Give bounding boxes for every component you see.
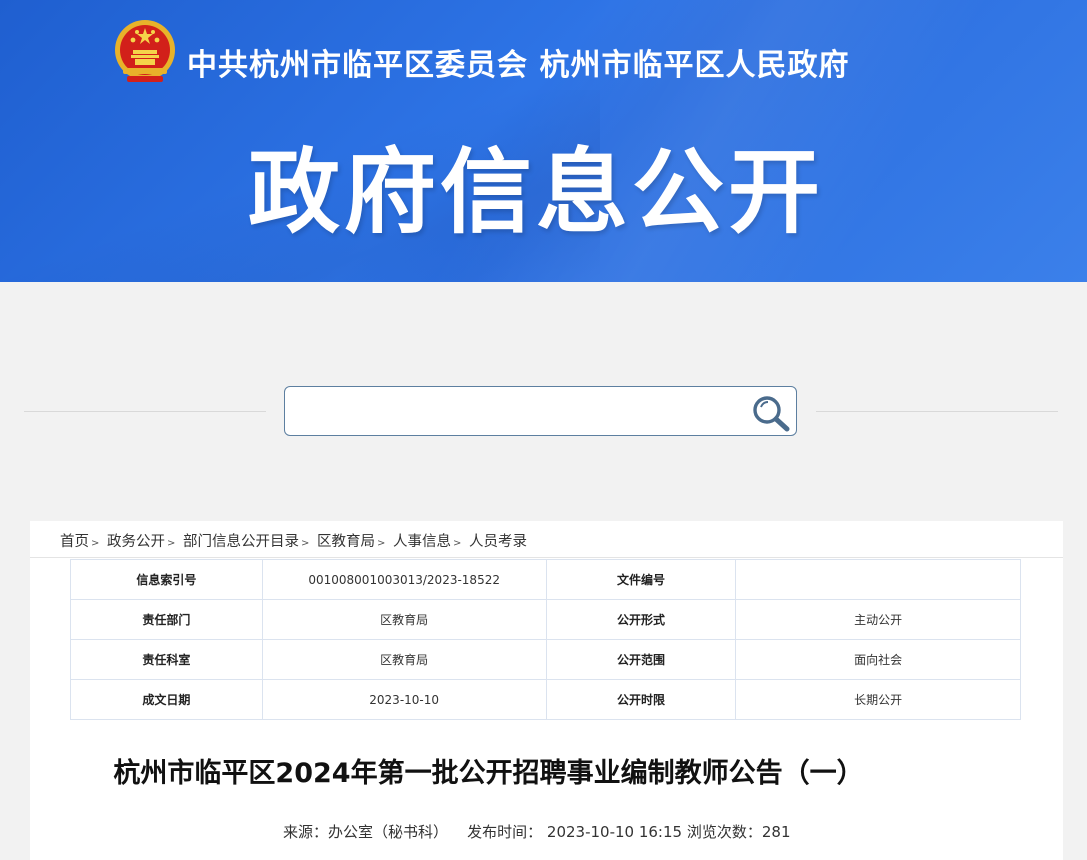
document-metadata-table: 信息索引号 001008001003013/2023-18522 文件编号 责任… <box>70 559 1021 720</box>
meta-value: 面向社会 <box>735 639 1021 680</box>
meta-key: 公开范围 <box>545 639 737 680</box>
organization-title: 中共杭州市临平区委员会 杭州市临平区人民政府 <box>187 48 850 83</box>
breadcrumb-separator: > <box>453 538 462 549</box>
table-row: 信息索引号 001008001003013/2023-18522 文件编号 <box>70 559 1021 600</box>
table-row: 责任部门 区教育局 公开形式 主动公开 <box>70 599 1021 640</box>
breadcrumb-department-catalog[interactable]: 部门信息公开目录 <box>183 534 299 550</box>
meta-key: 公开形式 <box>545 599 737 640</box>
header-banner: 中共杭州市临平区委员会 杭州市临平区人民政府 政府信息公开 <box>0 0 1087 282</box>
meta-key: 责任科室 <box>70 639 263 680</box>
views-count: 281 <box>761 823 791 841</box>
search-divider-right <box>816 411 1058 412</box>
meta-key: 公开时限 <box>545 679 737 720</box>
search-icon[interactable] <box>749 393 793 433</box>
views-label: 浏览次数： <box>686 823 762 841</box>
search-divider-left <box>24 411 266 412</box>
content-panel: 首页 > 政务公开 > 部门信息公开目录 > 区教育局 > 人事信息 > 人员考录 信息索… <box>30 521 1063 860</box>
source-label: 来源： <box>283 823 329 841</box>
meta-value <box>735 559 1021 600</box>
breadcrumb-divider <box>30 557 1063 558</box>
meta-value: 长期公开 <box>735 679 1021 720</box>
national-emblem-icon <box>115 20 175 82</box>
breadcrumb-government-affairs[interactable]: 政务公开 <box>107 534 165 550</box>
meta-key: 责任部门 <box>70 599 263 640</box>
article-title: 杭州市临平区2024年第一批公开招聘事业编制教师公告（一） <box>113 758 864 789</box>
meta-value: 2023-10-10 <box>261 679 547 720</box>
publish-time-value: 2023-10-10 16:15 <box>546 823 683 841</box>
meta-value: 主动公开 <box>735 599 1021 640</box>
breadcrumb-separator: > <box>377 538 386 549</box>
meta-key: 文件编号 <box>545 559 737 600</box>
meta-value: 001008001003013/2023-18522 <box>261 559 547 600</box>
breadcrumb-education-bureau[interactable]: 区教育局 <box>317 534 375 550</box>
meta-key: 信息索引号 <box>70 559 263 600</box>
breadcrumb-recruitment[interactable]: 人员考录 <box>469 534 527 550</box>
meta-key: 成文日期 <box>70 679 263 720</box>
page-title: 政府信息公开 <box>248 139 825 246</box>
meta-value: 区教育局 <box>261 639 547 680</box>
search-box <box>284 386 797 436</box>
table-row: 成文日期 2023-10-10 公开时限 长期公开 <box>70 679 1021 720</box>
breadcrumb-home[interactable]: 首页 <box>60 534 89 550</box>
search-input[interactable] <box>295 395 735 427</box>
breadcrumb-separator: > <box>301 538 310 549</box>
source-value: 办公室（秘书科） <box>328 823 449 841</box>
table-row: 责任科室 区教育局 公开范围 面向社会 <box>70 639 1021 680</box>
breadcrumb: 首页 > 政务公开 > 部门信息公开目录 > 区教育局 > 人事信息 > 人员考录 <box>60 530 527 551</box>
breadcrumb-separator: > <box>91 538 100 549</box>
breadcrumb-separator: > <box>167 538 176 549</box>
article-info: 来源：办公室（秘书科） 发布时间： 2023-10-10 16:15 浏览次数：… <box>283 821 791 842</box>
meta-value: 区教育局 <box>261 599 547 640</box>
breadcrumb-personnel-info[interactable]: 人事信息 <box>393 534 451 550</box>
publish-time-label: 发布时间： <box>467 823 543 841</box>
